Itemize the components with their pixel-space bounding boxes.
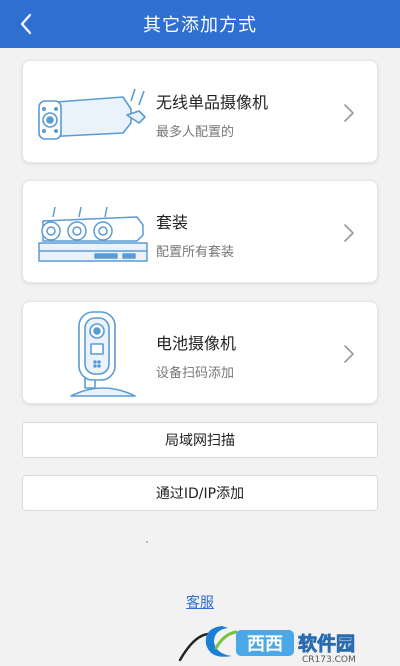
option-desc: 最多人配置的: [156, 125, 235, 140]
chevron-right-icon: [344, 224, 354, 242]
svg-text:软件园: 软件园: [298, 632, 355, 655]
stray-dot: [146, 541, 148, 543]
svg-text:CR173.COM: CR173.COM: [302, 655, 356, 664]
option-desc: 设备扫码添加: [156, 366, 235, 381]
option-wireless-camera[interactable]: 无线单品摄像机 最多人配置的: [22, 60, 378, 163]
chevron-left-icon: [20, 13, 32, 35]
option-name: 套装: [156, 213, 189, 232]
wireless-bullet-camera-icon: [38, 88, 146, 140]
svg-text:西西: 西西: [247, 634, 283, 655]
option-camera-kit[interactable]: 套装 配置所有套装: [22, 180, 378, 283]
lan-scan-button[interactable]: 局域网扫描: [22, 422, 378, 458]
chevron-right-icon: [344, 104, 354, 122]
watermark-logo: 西西 软件园 CR173.COM: [205, 626, 356, 664]
camera-kit-nvr-icon: [38, 206, 148, 262]
add-by-id-ip-button[interactable]: 通过ID/IP添加: [22, 475, 378, 511]
page-title: 其它添加方式: [143, 15, 257, 36]
customer-service-link[interactable]: 客服: [0, 592, 400, 612]
option-name: 无线单品摄像机: [156, 93, 269, 112]
option-desc: 配置所有套装: [156, 245, 235, 260]
title-bar: 其它添加方式: [0, 0, 400, 48]
option-name: 电池摄像机: [156, 334, 237, 353]
battery-camera-icon: [70, 311, 136, 397]
option-battery-camera[interactable]: 电池摄像机 设备扫码添加: [22, 301, 378, 404]
chevron-right-icon: [344, 345, 354, 363]
back-button[interactable]: [12, 10, 40, 38]
